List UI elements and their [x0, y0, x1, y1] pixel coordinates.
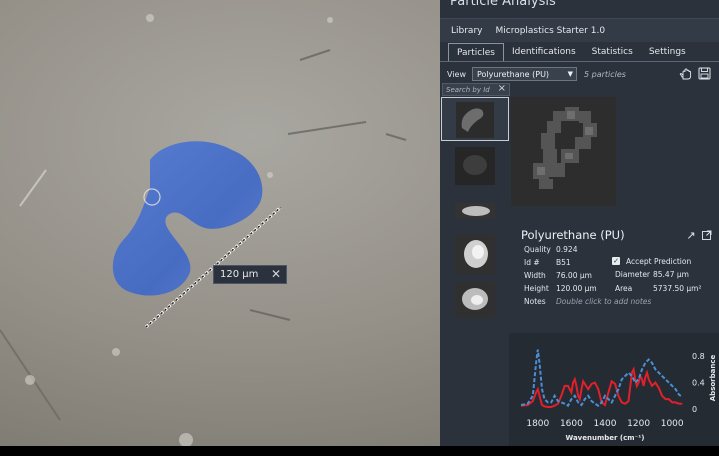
quality-value: 0.924 — [556, 245, 578, 254]
library-row: Library Microplastics Starter 1.0 — [440, 18, 719, 42]
height-value: 120.00 µm — [556, 284, 597, 293]
quality-label: Quality — [524, 245, 551, 254]
diameter-value: 85.47 µm — [653, 270, 689, 279]
chevron-down-icon: ▼ — [567, 70, 573, 78]
spectrum-chart: 0 0.4 0.8 1800 1600 1400 1200 1000 Wavenumber … — [520, 349, 717, 442]
x-tick-label: 1000 — [661, 419, 684, 429]
accept-prediction-checkbox[interactable]: ✓ — [612, 257, 620, 265]
area-value: 5737.50 µm² — [653, 284, 702, 293]
x-tick-label: 1200 — [627, 419, 650, 429]
notes-label: Notes — [524, 297, 546, 306]
view-row: View Polyurethane (PU) ▼ 5 particles — [447, 66, 712, 82]
accept-prediction-label: Accept Prediction — [626, 257, 692, 266]
notes-field[interactable]: Double click to add notes — [556, 297, 651, 306]
reference-spectrum-line — [520, 349, 683, 408]
diameter-label: Diameter — [615, 270, 651, 279]
tab-divider — [440, 61, 719, 62]
particle-thumbnail[interactable] — [441, 191, 509, 235]
close-icon[interactable]: ✕ — [271, 267, 281, 281]
view-selected-value: Polyurethane (PU) — [476, 69, 550, 79]
x-axis-label: Wavenumber (cm⁻¹) — [565, 434, 644, 442]
tab-bar: Particles Identifications Statistics Set… — [448, 43, 694, 62]
measurement-label[interactable]: 120 µm ✕ — [213, 265, 287, 284]
search-placeholder: Search by Id — [446, 85, 490, 94]
open-external-icon[interactable] — [700, 228, 714, 242]
particle-thumbnail[interactable] — [441, 97, 509, 141]
x-tick-label: 1800 — [526, 419, 549, 429]
particle-analysis-panel: Particle Analysis Library Microplastics … — [440, 0, 719, 446]
height-label: Height — [524, 284, 549, 293]
x-tick-label: 1600 — [560, 419, 583, 429]
search-input[interactable]: Search by Id × — [442, 83, 510, 96]
particle-thumbnail[interactable] — [441, 232, 509, 276]
library-label: Library — [451, 25, 483, 36]
view-select[interactable]: Polyurethane (PU) ▼ — [471, 67, 577, 81]
bottom-strip — [0, 446, 719, 456]
particle-preview-image — [511, 97, 616, 206]
floppy-disk-icon[interactable] — [697, 66, 711, 80]
tab-settings[interactable]: Settings — [641, 43, 694, 61]
particle-count: 5 particles — [583, 69, 626, 79]
particle-name: Polyurethane (PU) — [521, 228, 625, 242]
panel-title: Particle Analysis — [450, 0, 556, 9]
library-value[interactable]: Microplastics Starter 1.0 — [495, 26, 605, 36]
tab-identifications[interactable]: Identifications — [504, 43, 584, 61]
view-label: View — [447, 69, 466, 79]
particle-thumbnail[interactable] — [441, 278, 509, 322]
id-label: Id # — [524, 258, 540, 267]
hand-cursor-icon[interactable] — [678, 66, 692, 80]
width-label: Width — [524, 271, 546, 280]
tab-statistics[interactable]: Statistics — [584, 43, 641, 61]
y-axis-label: Absorbance — [709, 355, 717, 402]
width-value: 76.00 µm — [556, 271, 592, 280]
area-label: Area — [615, 284, 633, 293]
expand-arrow-icon[interactable]: ↗ — [684, 228, 698, 242]
y-tick-label: 0.8 — [692, 352, 705, 361]
id-value: B51 — [556, 258, 571, 267]
x-tick-label: 1400 — [594, 419, 617, 429]
measurement-value: 120 µm — [220, 269, 259, 280]
y-tick-label: 0 — [692, 405, 697, 414]
y-tick-label: 0.4 — [692, 379, 705, 388]
tab-particles[interactable]: Particles — [448, 43, 504, 62]
clear-search-icon[interactable]: × — [498, 83, 506, 94]
particle-thumbnail[interactable] — [441, 143, 509, 187]
